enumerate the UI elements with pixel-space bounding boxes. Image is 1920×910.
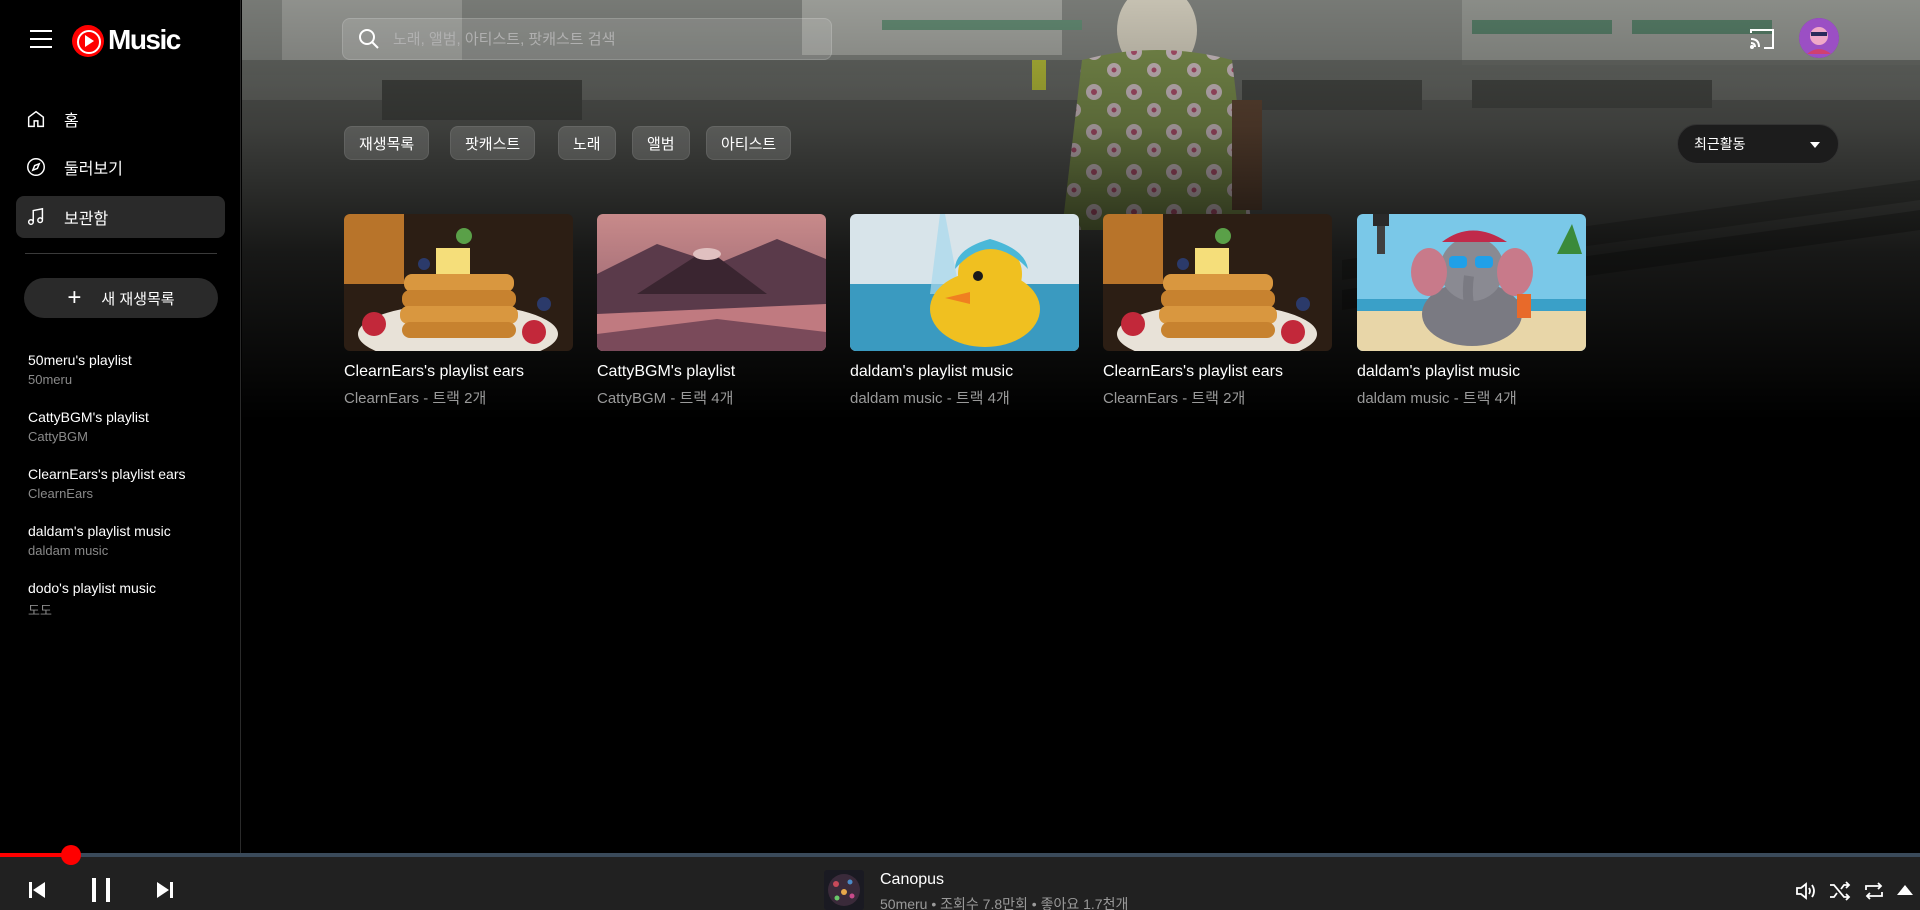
nav-item-label: 홈 bbox=[64, 113, 79, 130]
search-icon bbox=[359, 29, 379, 49]
sidebar-divider bbox=[25, 253, 217, 254]
search-bar[interactable] bbox=[342, 18, 832, 60]
nav-item-explore[interactable]: 둘러보기 bbox=[16, 146, 225, 188]
card-subtitle: ClearnEars - 트랙 2개 bbox=[1103, 390, 1246, 407]
playlist-card[interactable]: ClearnEars's playlist ears ClearnEars - … bbox=[1103, 214, 1332, 408]
progress-handle[interactable] bbox=[61, 845, 81, 865]
nav-item-library[interactable]: 보관함 bbox=[16, 196, 225, 238]
card-title[interactable]: ClearnEars's playlist ears bbox=[344, 363, 573, 381]
sort-selected-label: 최근활동 bbox=[1694, 136, 1746, 152]
playlist-card[interactable]: ClearnEars's playlist ears ClearnEars - … bbox=[344, 214, 573, 408]
nav-item-label: 둘러보기 bbox=[64, 161, 123, 178]
playlist-title: CattyBGM's playlist bbox=[28, 409, 149, 425]
caret-down-icon bbox=[1810, 142, 1820, 148]
cast-icon[interactable] bbox=[1748, 27, 1776, 51]
compass-icon bbox=[24, 155, 48, 179]
sort-dropdown[interactable]: 최근활동 bbox=[1677, 124, 1839, 164]
volume-icon[interactable] bbox=[1794, 880, 1818, 902]
music-note-icon bbox=[24, 205, 48, 229]
card-subtitle: CattyBGM - 트랙 4개 bbox=[597, 390, 734, 407]
expand-up-icon[interactable] bbox=[1895, 882, 1915, 898]
sidebar-playlist-item[interactable]: dodo's playlist music 도도 bbox=[28, 580, 228, 619]
playlist-title: daldam's playlist music bbox=[28, 523, 171, 539]
sidebar-playlist-item[interactable]: 50meru's playlist 50meru bbox=[28, 352, 228, 387]
main-content: 재생목록 팟캐스트 노래 앨범 아티스트 최근활동 bbox=[242, 0, 1920, 853]
playlist-owner: 50meru bbox=[28, 372, 73, 387]
playlist-title: ClearnEars's playlist ears bbox=[28, 466, 186, 482]
playlist-card[interactable]: daldam's playlist music daldam music - 트… bbox=[1357, 214, 1586, 408]
logo-row: Music bbox=[0, 0, 241, 80]
card-subtitle: daldam music - 트랙 4개 bbox=[850, 390, 1010, 407]
progress-bar[interactable] bbox=[0, 845, 1920, 865]
new-playlist-button[interactable]: + 새 재생목록 bbox=[24, 278, 218, 318]
chip-podcasts[interactable]: 팟캐스트 bbox=[450, 126, 536, 160]
playlist-thumbnail[interactable] bbox=[1357, 214, 1586, 351]
nav-item-label: 보관함 bbox=[64, 211, 109, 228]
playlist-thumbnail[interactable] bbox=[344, 214, 573, 351]
chip-artists[interactable]: 아티스트 bbox=[706, 126, 792, 160]
logo-text[interactable]: Music bbox=[108, 24, 181, 56]
now-playing-art[interactable] bbox=[824, 870, 864, 910]
playlist-thumbnail[interactable] bbox=[1103, 214, 1332, 351]
home-icon bbox=[24, 107, 48, 131]
playlist-title: dodo's playlist music bbox=[28, 580, 156, 596]
playlist-thumbnail[interactable] bbox=[597, 214, 826, 351]
chip-albums[interactable]: 앨범 bbox=[632, 126, 690, 160]
playlist-thumbnail[interactable] bbox=[850, 214, 1079, 351]
playlist-owner: 도도 bbox=[28, 603, 52, 618]
playlist-owner: ClearnEars bbox=[28, 486, 94, 501]
card-title[interactable]: daldam's playlist music bbox=[1357, 363, 1586, 381]
chip-songs[interactable]: 노래 bbox=[558, 126, 616, 160]
repeat-icon[interactable] bbox=[1862, 880, 1886, 902]
now-playing-subtitle: 50meru • 조회수 7.8만회 • 좋아요 1.7천개 bbox=[880, 896, 1129, 910]
chip-playlists[interactable]: 재생목록 bbox=[344, 126, 430, 160]
card-title[interactable]: ClearnEars's playlist ears bbox=[1103, 363, 1332, 381]
search-input[interactable] bbox=[393, 30, 813, 48]
previous-track-icon[interactable] bbox=[26, 879, 48, 901]
sidebar-playlist-item[interactable]: CattyBGM's playlist CattyBGM bbox=[28, 409, 228, 444]
sidebar-playlist-item[interactable]: ClearnEars's playlist ears ClearnEars bbox=[28, 466, 228, 501]
sidebar-playlist-item[interactable]: daldam's playlist music daldam music bbox=[28, 523, 228, 558]
youtube-music-logo-icon[interactable] bbox=[72, 25, 104, 57]
card-title[interactable]: CattyBGM's playlist bbox=[597, 363, 826, 381]
card-subtitle: ClearnEars - 트랙 2개 bbox=[344, 390, 487, 407]
playlist-card[interactable]: CattyBGM's playlist CattyBGM - 트랙 4개 bbox=[597, 214, 826, 408]
menu-icon[interactable] bbox=[30, 30, 54, 50]
next-track-icon[interactable] bbox=[154, 879, 176, 901]
now-playing-title[interactable]: Canopus bbox=[880, 871, 944, 889]
playlist-owner: CattyBGM bbox=[28, 429, 88, 444]
plus-icon: + bbox=[67, 284, 82, 311]
new-playlist-label: 새 재생목록 bbox=[101, 290, 175, 308]
sidebar: Music 홈 둘러보기 보관함 + 새 재생목록 50meru's playl… bbox=[0, 0, 241, 853]
playlist-owner: daldam music bbox=[28, 543, 109, 558]
pause-icon[interactable] bbox=[88, 876, 114, 904]
card-title[interactable]: daldam's playlist music bbox=[850, 363, 1079, 381]
playlist-card[interactable]: daldam's playlist music daldam music - 트… bbox=[850, 214, 1079, 408]
playlist-title: 50meru's playlist bbox=[28, 352, 132, 368]
account-avatar[interactable] bbox=[1799, 18, 1839, 58]
shuffle-icon[interactable] bbox=[1828, 880, 1852, 902]
nav-item-home[interactable]: 홈 bbox=[16, 98, 225, 140]
card-subtitle: daldam music - 트랙 4개 bbox=[1357, 390, 1517, 407]
